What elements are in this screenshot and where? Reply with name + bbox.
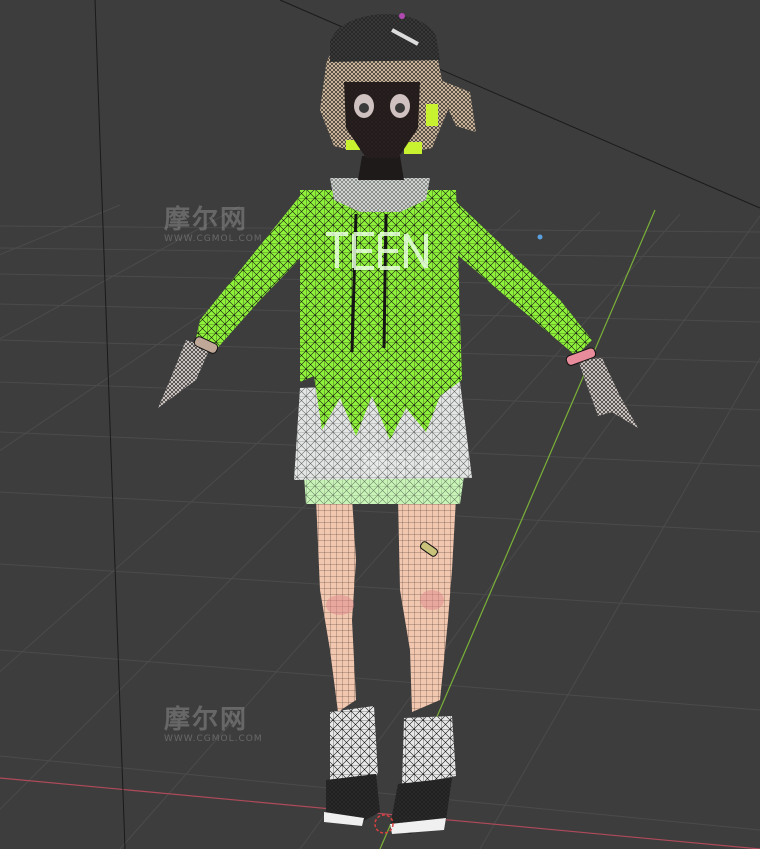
3d-viewport[interactable]: 摩尔网 WWW.CGMOL.COM 摩尔网 摩尔网 WWW.CGMOL.COM	[0, 0, 760, 849]
watermark-url: WWW.CGMOL.COM	[164, 734, 263, 744]
neck	[358, 156, 404, 180]
camera-frame-line	[94, 0, 126, 849]
light-icon[interactable]	[537, 234, 543, 240]
watermark: 摩尔网 WWW.CGMOL.COM	[164, 206, 263, 244]
viewport-canvas[interactable]	[0, 0, 760, 849]
x-axis-line	[0, 777, 760, 849]
watermark: 摩尔网 WWW.CGMOL.COM	[164, 706, 263, 744]
watermark-text: 摩尔网	[164, 205, 249, 235]
watermark-url: WWW.CGMOL.COM	[164, 234, 263, 244]
watermark-text: 摩尔网	[164, 705, 249, 735]
watermark-text: 摩尔网	[362, 451, 447, 481]
watermark: 摩尔网	[362, 452, 446, 480]
